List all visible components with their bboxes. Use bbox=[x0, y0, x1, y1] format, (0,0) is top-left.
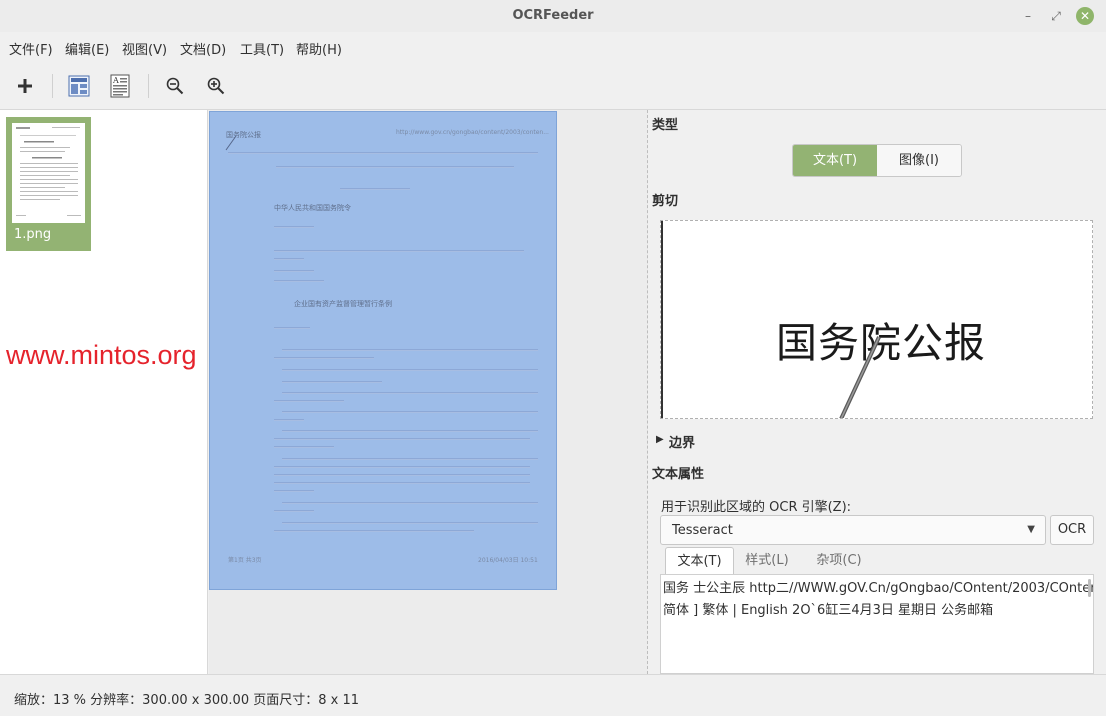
crop-left-edge bbox=[661, 221, 663, 418]
doc-line bbox=[274, 530, 474, 532]
svg-text:A: A bbox=[112, 76, 119, 85]
layout-detect-icon bbox=[68, 75, 90, 97]
zoom-in-button[interactable] bbox=[200, 70, 232, 102]
crop-preview: 国务院公报 bbox=[660, 220, 1093, 419]
doc-line bbox=[276, 166, 514, 168]
status-text: 缩放：13 % 分辨率：300.00 x 300.00 页面尺寸：8 x 11 bbox=[14, 693, 359, 708]
doc-line bbox=[274, 327, 310, 329]
doc-subheading: 企业国有资产监督管理暂行条例 bbox=[294, 300, 392, 308]
recognized-text-line: 简体 ] 繁体 | English 2O`6缸三4月3日 星期日 公务邮箱 bbox=[663, 603, 994, 618]
add-button[interactable] bbox=[9, 70, 41, 102]
toolbar: A bbox=[0, 62, 1106, 110]
crop-section-title: 剪切 bbox=[652, 194, 679, 209]
doc-line bbox=[274, 482, 530, 484]
text-properties-title: 文本属性 bbox=[652, 467, 705, 482]
doc-line bbox=[282, 522, 538, 524]
doc-footer-left: 第1页 共3页 bbox=[228, 557, 262, 564]
zoom-in-icon bbox=[207, 77, 225, 95]
doc-line bbox=[274, 280, 324, 282]
doc-line bbox=[282, 411, 538, 413]
document-canvas[interactable]: 国务院公报 http://www.gov.cn/gongbao/content/… bbox=[209, 110, 648, 674]
border-section-title[interactable]: 边界 bbox=[669, 432, 695, 451]
tab-misc[interactable]: 杂项(C) bbox=[803, 547, 875, 575]
page-thumbnail[interactable]: 1.png bbox=[6, 117, 91, 251]
doc-line bbox=[274, 258, 304, 260]
toolbar-separator bbox=[148, 74, 149, 98]
doc-line bbox=[274, 510, 314, 512]
ocr-engine-label: 用于识别此区域的 OCR 引擎(Z): bbox=[661, 500, 852, 515]
crop-pen-stroke bbox=[839, 336, 881, 418]
doc-line bbox=[228, 152, 538, 154]
menu-bar: 文件(F) 编辑(E) 视图(V) 文档(D) 工具(T) 帮助(H) bbox=[0, 32, 1106, 62]
type-text-button[interactable]: 文本(T) bbox=[793, 145, 877, 176]
doc-line bbox=[282, 369, 538, 371]
doc-line bbox=[282, 502, 538, 504]
menu-help[interactable]: 帮助(H) bbox=[296, 39, 342, 58]
doc-line bbox=[274, 357, 374, 359]
minimize-button[interactable]: – bbox=[1018, 6, 1038, 26]
detect-layout-button[interactable] bbox=[63, 70, 95, 102]
window-title: OCRFeeder bbox=[512, 8, 594, 23]
document-icon: A bbox=[110, 74, 130, 98]
menu-view[interactable]: 视图(V) bbox=[122, 39, 167, 58]
recognized-text-line: 国务 士公主辰 http二//WWW.gOV.Cn/gOngbao/COnten… bbox=[663, 581, 1094, 596]
maximize-button[interactable]: ⤢ bbox=[1046, 6, 1066, 26]
status-bar: 缩放：13 % 分辨率：300.00 x 300.00 页面尺寸：8 x 11 bbox=[0, 674, 1106, 716]
page-thumbnail-label: 1.png bbox=[14, 227, 52, 242]
ocr-engine-select[interactable]: Tesseract ▼ bbox=[660, 515, 1046, 545]
area-properties-panel: 类型 文本(T) 图像(I) 剪切 国务院公报 ▶ 边界 文本属性 用于识别此区… bbox=[649, 110, 1106, 674]
doc-line bbox=[274, 400, 344, 402]
close-button[interactable]: ✕ bbox=[1076, 7, 1094, 25]
doc-line bbox=[274, 466, 530, 468]
recognized-text-area[interactable]: 国务 士公主辰 http二//WWW.gOV.Cn/gOngbao/COnten… bbox=[660, 574, 1094, 674]
doc-line bbox=[274, 270, 314, 272]
doc-line bbox=[274, 438, 530, 440]
doc-line bbox=[282, 349, 538, 351]
title-bar: OCRFeeder – ⤢ ✕ bbox=[0, 0, 1106, 32]
type-toggle: 文本(T) 图像(I) bbox=[792, 144, 962, 177]
doc-footer-right: 2016/04/03日 10:51 bbox=[478, 557, 538, 564]
border-expander-icon[interactable]: ▶ bbox=[656, 434, 664, 445]
zoom-out-icon bbox=[166, 77, 184, 95]
menu-document[interactable]: 文档(D) bbox=[180, 39, 226, 58]
doc-line bbox=[282, 458, 538, 460]
doc-line bbox=[274, 490, 314, 492]
type-section-title: 类型 bbox=[652, 118, 679, 133]
doc-line bbox=[274, 226, 314, 228]
zoom-out-button[interactable] bbox=[159, 70, 191, 102]
tab-text[interactable]: 文本(T) bbox=[665, 547, 734, 575]
type-image-button[interactable]: 图像(I) bbox=[877, 145, 961, 176]
scrollbar[interactable] bbox=[1088, 579, 1091, 597]
chevron-down-icon: ▼ bbox=[1027, 524, 1035, 535]
doc-heading: 中华人民共和国国务院令 bbox=[274, 204, 351, 212]
generate-document-button[interactable]: A bbox=[104, 70, 136, 102]
doc-line bbox=[274, 250, 524, 252]
add-icon bbox=[18, 79, 32, 93]
watermark: www.mintos.org bbox=[6, 340, 197, 370]
doc-line bbox=[282, 392, 538, 394]
page-thumbnail-image bbox=[12, 123, 85, 223]
menu-file[interactable]: 文件(F) bbox=[9, 39, 53, 58]
doc-line bbox=[274, 419, 304, 421]
selected-content-area[interactable]: 国务院公报 http://www.gov.cn/gongbao/content/… bbox=[209, 111, 557, 590]
toolbar-separator bbox=[52, 74, 53, 98]
menu-edit[interactable]: 编辑(E) bbox=[65, 39, 109, 58]
doc-line bbox=[340, 188, 410, 190]
doc-header-url: http://www.gov.cn/gongbao/content/2003/c… bbox=[396, 129, 549, 136]
doc-line bbox=[274, 446, 334, 448]
doc-line bbox=[274, 474, 530, 476]
doc-line bbox=[282, 430, 538, 432]
ocr-button[interactable]: OCR bbox=[1050, 515, 1094, 545]
pages-panel: 1.png www.mintos.org bbox=[0, 110, 208, 674]
tab-style[interactable]: 样式(L) bbox=[734, 547, 800, 575]
menu-tools[interactable]: 工具(T) bbox=[240, 39, 284, 58]
doc-line bbox=[282, 381, 382, 383]
ocr-engine-value: Tesseract bbox=[672, 523, 733, 538]
